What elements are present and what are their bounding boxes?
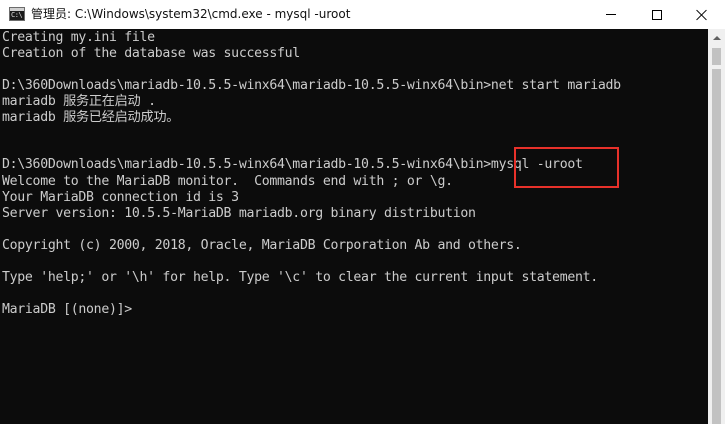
close-button[interactable]: [679, 0, 725, 29]
scroll-thumb[interactable]: [712, 48, 721, 65]
command-highlight-box: [514, 147, 619, 188]
console-line: D:\360Downloads\mariadb-10.5.5-winx64\ma…: [2, 78, 621, 93]
cmd-icon: C:\: [9, 7, 25, 21]
vertical-scrollbar[interactable]: [708, 29, 725, 424]
maximize-icon: [652, 9, 662, 20]
chevron-up-icon: [712, 35, 721, 40]
console-line: Type 'help;' or '\h' for help. Type '\c'…: [2, 270, 598, 285]
console-line: Creating my.ini file: [2, 30, 155, 45]
console-line: mariadb 服务正在启动 .: [2, 94, 156, 109]
scroll-track[interactable]: [712, 69, 721, 424]
maximize-button[interactable]: [634, 0, 680, 29]
console-line: mariadb 服务已经启动成功。: [2, 110, 180, 125]
console-prompt: MariaDB [(none)]>: [2, 302, 132, 317]
console-line: Creation of the database was successful: [2, 46, 300, 61]
console-line: Your MariaDB connection id is 3: [2, 190, 239, 205]
minimize-icon: [606, 14, 616, 15]
minimize-button[interactable]: [588, 0, 634, 29]
console-line: Welcome to the MariaDB monitor. Commands…: [2, 174, 453, 189]
title-bar[interactable]: C:\ 管理员: C:\Windows\system32\cmd.exe - m…: [0, 0, 725, 29]
cmd-icon-text: C:\: [11, 11, 23, 19]
console-output[interactable]: Creating my.ini file Creation of the dat…: [0, 29, 708, 424]
window-title: 管理员: C:\Windows\system32\cmd.exe - mysql…: [31, 7, 351, 21]
console-line: Server version: 10.5.5-MariaDB mariadb.o…: [2, 206, 476, 221]
console-line: Copyright (c) 2000, 2018, Oracle, MariaD…: [2, 238, 522, 253]
close-icon: [696, 9, 708, 21]
console-line: D:\360Downloads\mariadb-10.5.5-winx64\ma…: [2, 157, 583, 172]
scroll-up-button[interactable]: [708, 29, 725, 46]
